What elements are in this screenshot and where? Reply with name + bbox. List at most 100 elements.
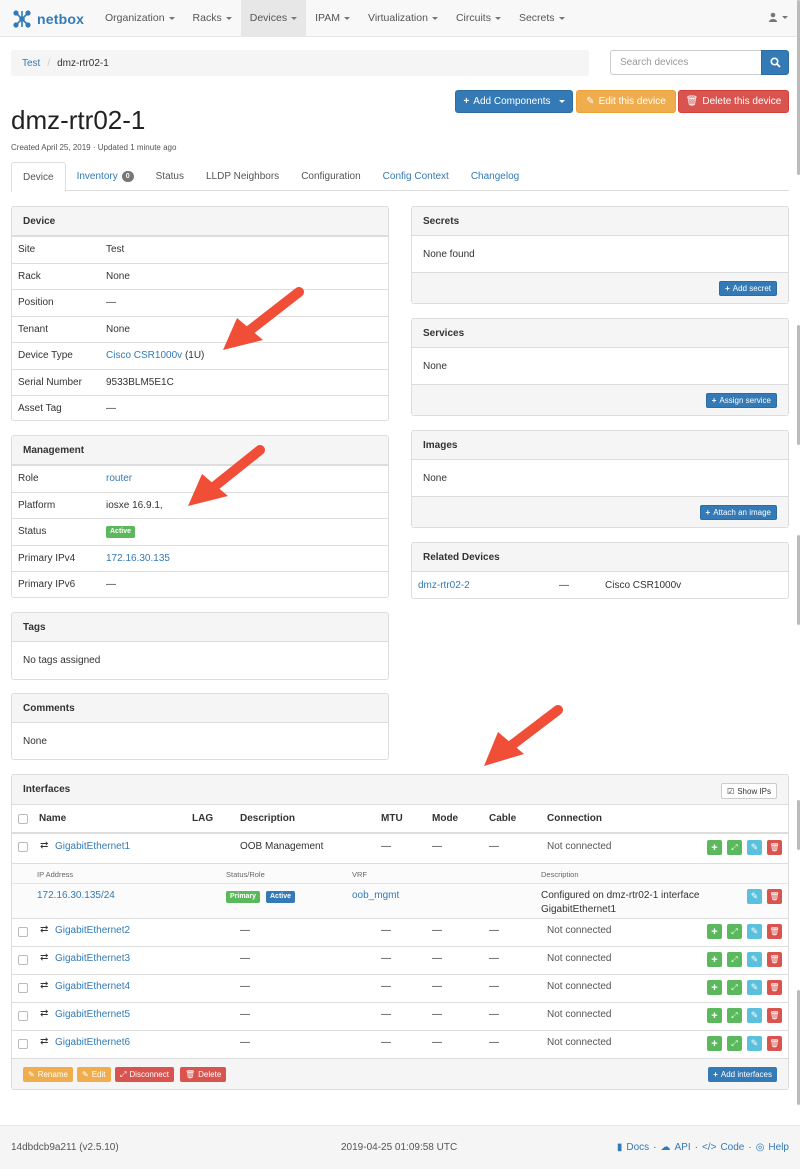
primary-ipv4-link[interactable]: 172.16.30.135 [106, 553, 170, 564]
site-link[interactable]: Test [106, 244, 124, 255]
column-header: LAG [192, 813, 214, 824]
add-interfaces-button[interactable]: + Add interfaces [708, 1067, 777, 1082]
tab-changelog[interactable]: Changelog [460, 162, 530, 191]
connect-cable-button[interactable]: ⤢ [727, 1036, 742, 1051]
breadcrumb-site-link[interactable]: Test [22, 58, 40, 69]
user-menu[interactable] [768, 12, 788, 22]
plus-icon: + [711, 981, 718, 994]
interface-mtu: — [381, 1037, 391, 1048]
interface-link[interactable]: GigabitEthernet3 [55, 953, 130, 964]
row-checkbox[interactable] [18, 842, 28, 852]
add-ip-button[interactable]: + [707, 980, 722, 995]
disconnect-selected-button[interactable]: ⤢ Disconnect [115, 1067, 174, 1082]
ip-description: Configured on dmz-rtr02-1 interface [541, 890, 700, 901]
delete-selected-button[interactable]: 🗑 Delete [180, 1067, 227, 1082]
row-checkbox[interactable] [18, 983, 28, 993]
delete-interface-button[interactable]: 🗑 [767, 980, 782, 995]
interface-link[interactable]: GigabitEthernet6 [55, 1037, 130, 1048]
annotation-arrow-icon [188, 445, 265, 506]
code-icon: </> [701, 1142, 717, 1153]
add-ip-button[interactable]: + [707, 952, 722, 967]
row-checkbox[interactable] [18, 1011, 28, 1021]
nav-racks[interactable]: Racks [184, 0, 241, 36]
device-type-link[interactable]: Cisco CSR1000v [106, 350, 182, 361]
edit-interface-button[interactable]: ✎ [747, 924, 762, 939]
edit-interface-button[interactable]: ✎ [747, 840, 762, 855]
connect-cable-button[interactable]: ⤢ [727, 1008, 742, 1023]
nav-ipam[interactable]: IPAM [306, 0, 359, 36]
vrf-link[interactable]: oob_mgmt [352, 890, 399, 901]
interface-link[interactable]: GigabitEthernet1 [55, 841, 130, 852]
edit-interface-button[interactable]: ✎ [747, 952, 762, 967]
add-secret-button[interactable]: + Add secret [719, 281, 777, 296]
related-device-link[interactable]: dmz-rtr02-2 [418, 580, 470, 591]
connect-cable-button[interactable]: ⤢ [727, 840, 742, 855]
add-components-button[interactable]: + Add Components [455, 90, 573, 113]
delete-interface-button[interactable]: 🗑 [767, 840, 782, 855]
delete-interface-button[interactable]: 🗑 [767, 924, 782, 939]
role-link[interactable]: router [106, 473, 132, 484]
panel-heading: Related Devices [412, 543, 788, 572]
docs-link[interactable]: Docs [626, 1142, 649, 1153]
button-label: Edit this device [598, 96, 666, 107]
interface-link[interactable]: GigabitEthernet2 [55, 925, 130, 936]
attach-image-button[interactable]: + Attach an image [699, 505, 777, 520]
nav-virtualization[interactable]: Virtualization [359, 0, 447, 36]
show-ips-button[interactable]: ☑ Show IPs [721, 783, 777, 799]
tab-configuration[interactable]: Configuration [290, 162, 371, 191]
delete-device-button[interactable]: 🗑 Delete this device [678, 90, 789, 113]
pencil-icon: ✎ [28, 1070, 35, 1079]
tab-inventory[interactable]: Inventory 0 [66, 162, 145, 191]
images-body: None [423, 472, 447, 484]
interface-mode: — [432, 981, 442, 992]
tab-status[interactable]: Status [145, 162, 195, 191]
connect-cable-button[interactable]: ⤢ [727, 952, 742, 967]
nav-devices[interactable]: Devices [240, 0, 307, 36]
tab-lldp-neighbors[interactable]: LLDP Neighbors [195, 162, 290, 191]
ip-status-badge: Active [266, 891, 296, 903]
search-input[interactable] [610, 50, 762, 75]
nav-secrets[interactable]: Secrets [510, 0, 574, 36]
row-checkbox[interactable] [18, 1039, 28, 1049]
edit-selected-button[interactable]: ✎ Edit [77, 1067, 111, 1082]
search-button[interactable] [761, 50, 789, 75]
select-all-checkbox[interactable] [18, 814, 28, 824]
user-icon [769, 12, 777, 22]
edit-interface-button[interactable]: ✎ [747, 1036, 762, 1051]
connect-cable-button[interactable]: ⤢ [727, 980, 742, 995]
interfaces-panel: Interfaces ☑ Show IPs Name LAG Descriptio… [11, 774, 789, 1090]
api-link[interactable]: API [675, 1142, 691, 1153]
delete-interface-button[interactable]: 🗑 [767, 952, 782, 967]
delete-interface-button[interactable]: 🗑 [767, 1036, 782, 1051]
help-link[interactable]: Help [768, 1142, 789, 1153]
edit-ip-button[interactable]: ✎ [747, 889, 762, 904]
edit-interface-button[interactable]: ✎ [747, 980, 762, 995]
delete-interface-button[interactable]: 🗑 [767, 1008, 782, 1023]
interface-link[interactable]: GigabitEthernet5 [55, 1009, 130, 1020]
row-checkbox[interactable] [18, 955, 28, 965]
server-timestamp: 2019-04-25 01:09:58 UTC [341, 1142, 458, 1153]
add-ip-button[interactable]: + [707, 840, 722, 855]
panel-heading: Comments [12, 694, 388, 723]
delete-ip-button[interactable]: 🗑 [767, 889, 782, 904]
nav-organization[interactable]: Organization [96, 0, 184, 36]
related-devices-panel: Related Devices dmz-rtr02-2 — Cisco CSR1… [411, 542, 789, 599]
row-checkbox[interactable] [18, 927, 28, 937]
edit-interface-button[interactable]: ✎ [747, 1008, 762, 1023]
add-ip-button[interactable]: + [707, 1036, 722, 1051]
brand-logo[interactable]: netbox [12, 8, 84, 30]
plus-icon: + [711, 841, 718, 854]
rename-selected-button[interactable]: ✎ Rename [23, 1067, 73, 1082]
edit-device-button[interactable]: ✎ Edit this device [576, 90, 676, 113]
nav-circuits[interactable]: Circuits [447, 0, 510, 36]
trash-icon: 🗑 [685, 96, 699, 107]
ip-address-link[interactable]: 172.16.30.135/24 [37, 890, 115, 901]
interface-link[interactable]: GigabitEthernet4 [55, 981, 130, 992]
add-ip-button[interactable]: + [707, 924, 722, 939]
tab-config-context[interactable]: Config Context [372, 162, 460, 191]
add-ip-button[interactable]: + [707, 1008, 722, 1023]
assign-service-button[interactable]: + Assign service [705, 393, 777, 408]
connect-cable-button[interactable]: ⤢ [727, 924, 742, 939]
tab-device[interactable]: Device [11, 162, 66, 192]
code-link[interactable]: Code [720, 1142, 744, 1153]
